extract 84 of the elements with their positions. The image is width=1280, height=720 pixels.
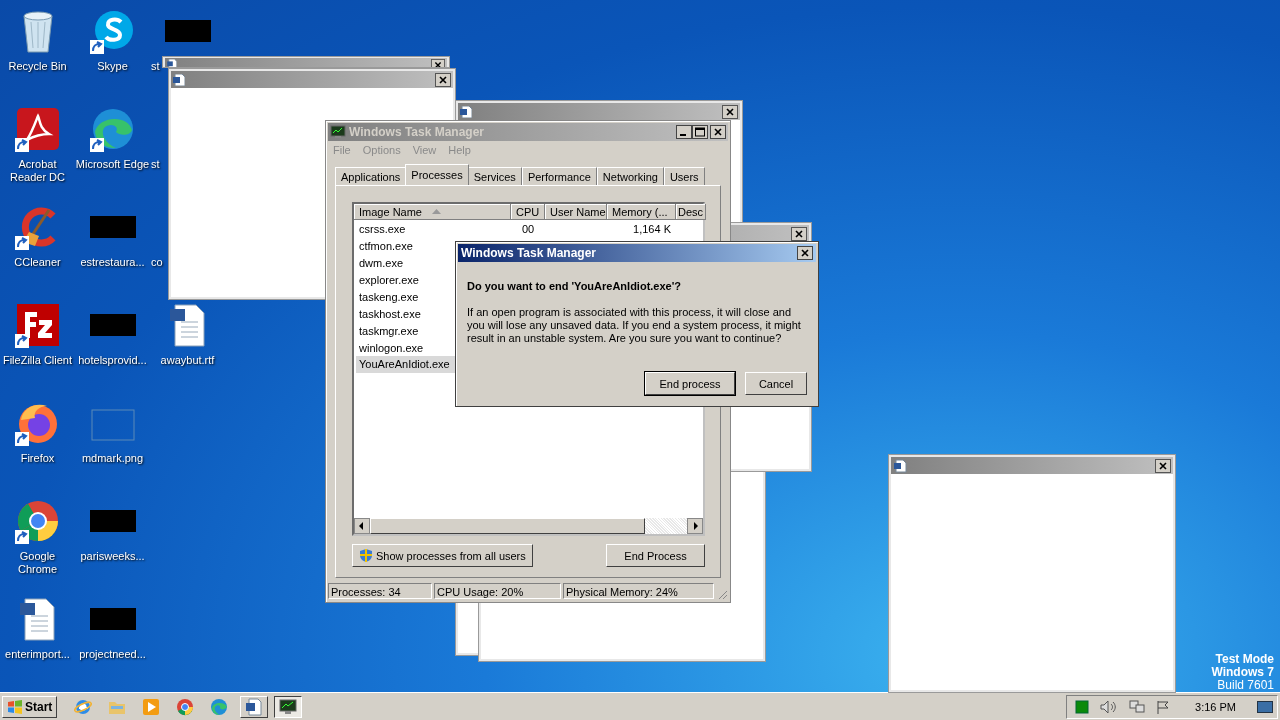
icon-label[interactable]: Acrobat Reader DC xyxy=(0,158,75,184)
status-text: Processes: 34 xyxy=(328,583,432,599)
maximize-icon[interactable] xyxy=(692,125,708,139)
column-header[interactable]: Image Name xyxy=(354,204,511,220)
icon-label[interactable]: st xyxy=(151,60,160,73)
document-icon xyxy=(173,73,185,86)
icon-label[interactable]: Google Chrome xyxy=(0,550,75,576)
column-header[interactable]: CPU xyxy=(511,204,545,220)
resize-grip-icon[interactable] xyxy=(716,588,728,600)
shield-icon xyxy=(359,548,373,563)
network-icon[interactable] xyxy=(1129,699,1146,714)
show-desktop-icon[interactable] xyxy=(1257,700,1273,713)
tab[interactable]: Networking xyxy=(596,167,664,185)
zigzag-logo-icon[interactable] xyxy=(14,302,61,348)
redacted-block[interactable] xyxy=(89,216,136,238)
icon-label[interactable]: co xyxy=(151,256,163,269)
monitor-icon[interactable] xyxy=(1075,699,1090,714)
tab[interactable]: Performance xyxy=(521,167,597,185)
dialog-title: Windows Task Manager xyxy=(461,246,597,260)
close-icon[interactable] xyxy=(797,246,813,260)
icon-label[interactable]: Skype xyxy=(75,60,150,73)
browser-e-icon[interactable] xyxy=(74,697,93,716)
icon-label[interactable]: FileZilla Client xyxy=(0,354,75,367)
monitor-icon xyxy=(330,125,346,139)
confirm-button[interactable]: End process xyxy=(645,372,735,395)
start-button[interactable]: Start xyxy=(2,695,58,718)
speaker-icon[interactable] xyxy=(1100,699,1119,714)
close-icon[interactable] xyxy=(791,226,807,241)
show-all-users-button[interactable]: Show processes from all users xyxy=(352,544,533,567)
scroll-thumb[interactable] xyxy=(370,518,645,534)
close-icon[interactable] xyxy=(435,72,451,87)
column-header[interactable]: User Name xyxy=(545,204,607,220)
tab[interactable]: Applications xyxy=(335,167,407,185)
redacted-block[interactable] xyxy=(89,608,136,630)
tab[interactable]: Processes xyxy=(405,164,469,185)
tab[interactable]: Services xyxy=(467,167,522,185)
system-watermark-text: Build 7601 xyxy=(1217,679,1274,692)
monitor-icon xyxy=(279,698,298,715)
windows-flag-icon xyxy=(7,699,23,714)
icon-label[interactable]: Firefox xyxy=(0,452,75,465)
ring-logo-icon[interactable] xyxy=(176,697,195,716)
redacted-block[interactable] xyxy=(164,20,211,42)
close-icon[interactable] xyxy=(722,104,738,119)
icon-label[interactable]: estrestaura... xyxy=(75,256,150,269)
end-process-button[interactable]: End Process xyxy=(606,544,705,567)
cancel-button[interactable]: Cancel xyxy=(745,372,807,395)
system-watermark-text: Windows 7 xyxy=(1211,666,1274,679)
status-text: CPU Usage: 20% xyxy=(434,583,561,599)
minimize-icon[interactable] xyxy=(676,125,692,139)
icon-label[interactable]: Microsoft Edge xyxy=(75,158,150,171)
column-header[interactable]: Memory (... xyxy=(607,204,676,220)
column-header[interactable]: Desc xyxy=(676,204,707,220)
curl-logo-icon[interactable] xyxy=(14,106,61,152)
horizontal-scrollbar[interactable] xyxy=(354,518,703,534)
icon-label[interactable]: awaybut.rtf xyxy=(150,354,225,367)
document-icon xyxy=(893,458,907,473)
icon-label[interactable]: parisweeks... xyxy=(75,550,150,563)
wave-logo-icon[interactable] xyxy=(89,106,136,152)
sort-arrow-icon xyxy=(432,209,441,214)
document-icon xyxy=(460,105,472,118)
table-row[interactable]: csrss.exe 00 1,164 K xyxy=(354,220,703,237)
window-title: Windows Task Manager xyxy=(349,125,486,139)
clock: 3:16 PM xyxy=(1195,700,1236,713)
icon-label[interactable]: projectneed... xyxy=(75,648,150,661)
system-watermark-text: Test Mode xyxy=(1215,653,1274,666)
dialog-message: If an open program is associated with this process, it will close and you will lose any unsaved data. If you end a system process, it might result in an unstable system. Are you sure you want to continue? xyxy=(467,306,802,345)
ring-logo-icon[interactable] xyxy=(14,498,61,544)
close-icon[interactable] xyxy=(1155,458,1171,473)
close-icon[interactable] xyxy=(710,125,726,139)
redacted-block[interactable] xyxy=(89,510,136,532)
cloud-logo-icon[interactable] xyxy=(89,8,136,54)
flag-icon[interactable] xyxy=(1156,699,1171,714)
tab[interactable]: Users xyxy=(663,167,705,185)
icon-label[interactable]: enterimport... xyxy=(0,648,75,661)
icon-label[interactable]: st xyxy=(151,158,160,171)
icon-label[interactable]: mdmark.png xyxy=(75,452,150,465)
status-text: Physical Memory: 24% xyxy=(563,583,714,599)
redacted-block[interactable] xyxy=(89,314,136,336)
document-icon xyxy=(245,697,264,716)
dialog-question: Do you want to end 'YouAreAnIdiot.exe'? xyxy=(467,280,683,292)
icon-label[interactable]: Recycle Bin xyxy=(0,60,75,73)
icon-label[interactable]: hotelsprovid... xyxy=(75,354,150,367)
icon-label[interactable]: CCleaner xyxy=(0,256,75,269)
taskbar-button[interactable] xyxy=(274,695,303,718)
